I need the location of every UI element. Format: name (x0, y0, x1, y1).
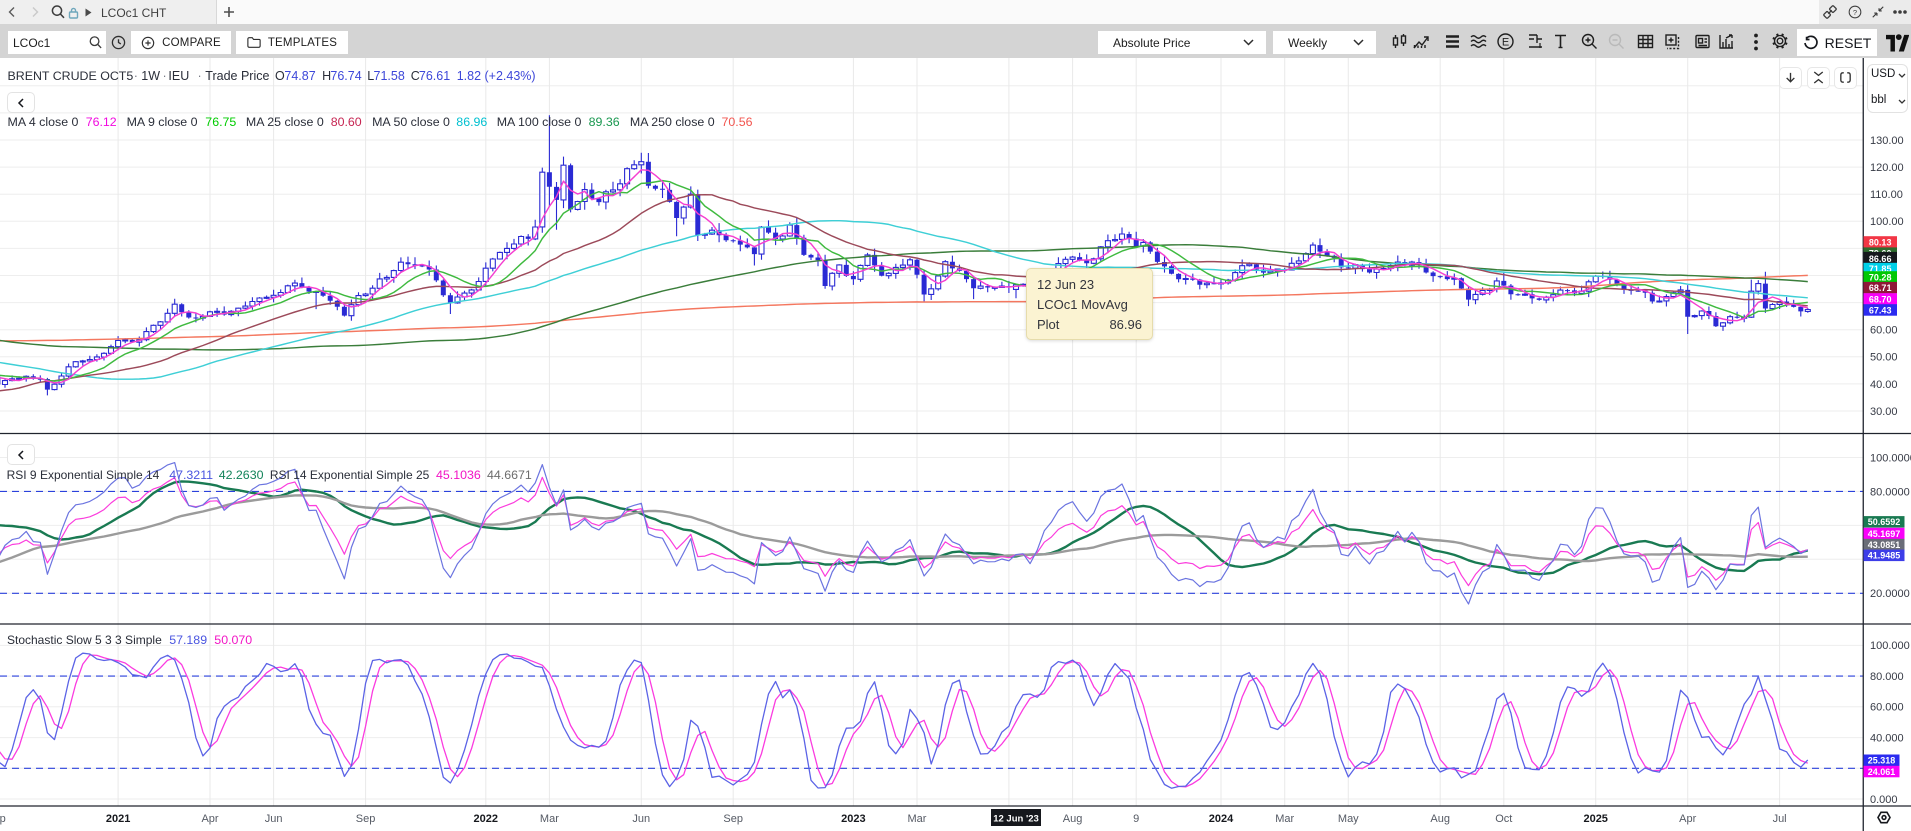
svg-text:Jun: Jun (632, 813, 650, 825)
svg-text:68.70: 68.70 (1869, 294, 1892, 304)
svg-text:120.00: 120.00 (1870, 162, 1904, 174)
svg-text:25.318: 25.318 (1868, 756, 1896, 766)
svg-text:Mar: Mar (540, 813, 559, 825)
svg-text:2025: 2025 (1583, 813, 1607, 825)
svg-text:9: 9 (1133, 813, 1139, 825)
svg-text:E: E (1502, 37, 1509, 49)
svg-text:2023: 2023 (841, 813, 865, 825)
svg-text:80.0000: 80.0000 (1870, 486, 1910, 498)
svg-text:40.000: 40.000 (1870, 732, 1904, 744)
svg-text:Sep: Sep (0, 813, 6, 825)
svg-text:67.43: 67.43 (1869, 305, 1892, 315)
svg-text:30.00: 30.00 (1870, 406, 1898, 418)
svg-text:2021: 2021 (106, 813, 130, 825)
svg-text:86.66: 86.66 (1869, 254, 1892, 264)
svg-text:?: ? (1853, 8, 1857, 17)
svg-text:50.00: 50.00 (1870, 352, 1898, 364)
svg-text:60.000: 60.000 (1870, 702, 1904, 714)
svg-text:43.0851: 43.0851 (1868, 540, 1901, 550)
svg-text:Mar: Mar (908, 813, 927, 825)
svg-text:50.6592: 50.6592 (1868, 517, 1901, 527)
svg-text:Mar: Mar (1275, 813, 1294, 825)
svg-text:20.0000: 20.0000 (1870, 588, 1910, 600)
svg-text:Sep: Sep (356, 813, 376, 825)
svg-text:130.00: 130.00 (1870, 135, 1904, 147)
svg-text:Aug: Aug (1430, 813, 1450, 825)
svg-text:Sep: Sep (723, 813, 743, 825)
svg-text:May: May (1338, 813, 1359, 825)
svg-text:Apr: Apr (1679, 813, 1696, 825)
svg-text:Aug: Aug (1063, 813, 1083, 825)
svg-text:80.000: 80.000 (1870, 671, 1904, 683)
svg-text:100.0000: 100.0000 (1870, 452, 1911, 464)
svg-text:0.000: 0.000 (1870, 794, 1898, 806)
svg-text:110.00: 110.00 (1870, 189, 1903, 201)
svg-text:100.00: 100.00 (1870, 216, 1904, 228)
svg-text:Jul: Jul (1773, 813, 1787, 825)
svg-text:45.1697: 45.1697 (1868, 529, 1901, 539)
svg-text:Jun: Jun (265, 813, 283, 825)
svg-text:80.13: 80.13 (1869, 237, 1892, 247)
svg-text:41.9485: 41.9485 (1868, 551, 1901, 561)
svg-text:Oct: Oct (1495, 813, 1512, 825)
svg-text:12 Jun '23: 12 Jun '23 (993, 814, 1039, 825)
svg-text:68.71: 68.71 (1869, 283, 1892, 293)
svg-text:2024: 2024 (1209, 813, 1234, 825)
svg-text:70.28: 70.28 (1869, 272, 1892, 282)
svg-text:60.00: 60.00 (1870, 325, 1898, 337)
svg-text:24.061: 24.061 (1868, 767, 1896, 777)
svg-text:100.000: 100.000 (1870, 640, 1910, 652)
svg-text:Apr: Apr (201, 813, 218, 825)
svg-text:40.00: 40.00 (1870, 379, 1898, 391)
svg-text:2022: 2022 (474, 813, 498, 825)
